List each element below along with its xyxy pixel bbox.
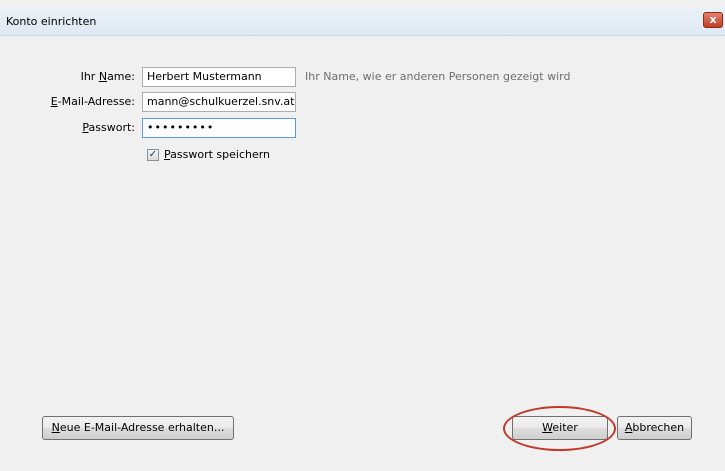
remember-password-label[interactable]: Passwort speichern — [164, 148, 270, 161]
password-label: Passwort: — [82, 121, 135, 134]
dialog-content: Ihr Name: Herbert Mustermann Ihr Name, w… — [0, 36, 725, 471]
password-field[interactable]: ••••••••• — [142, 118, 296, 138]
close-icon: x — [709, 13, 717, 26]
checkmark-icon: ✓ — [148, 149, 158, 160]
name-label: Ihr Name: — [80, 70, 135, 83]
email-field[interactable]: mann@schulkuerzel.snv.at — [142, 92, 296, 112]
remember-password-checkbox[interactable]: ✓ — [147, 149, 159, 161]
name-hint: Ihr Name, wie er anderen Personen gezeig… — [305, 70, 571, 83]
next-button[interactable]: Weiter — [512, 416, 608, 440]
email-label: E-Mail-Adresse: — [50, 95, 135, 108]
title-bar[interactable]: Konto einrichten x — [0, 8, 725, 36]
account-setup-dialog: Konto einrichten x Ihr Name: Herbert Mus… — [0, 0, 725, 471]
dialog-title: Konto einrichten — [6, 15, 97, 28]
name-field[interactable]: Herbert Mustermann — [142, 67, 296, 87]
close-button[interactable]: x — [703, 12, 723, 28]
new-email-address-button[interactable]: Neue E-Mail-Adresse erhalten... — [42, 416, 234, 440]
cancel-button[interactable]: Abbrechen — [617, 416, 692, 440]
